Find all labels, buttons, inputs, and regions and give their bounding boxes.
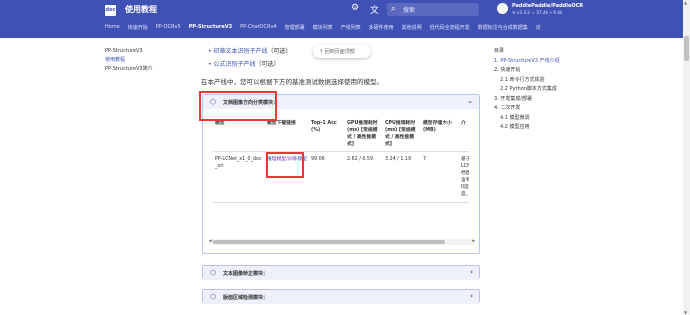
- repo-name[interactable]: PaddlePaddle/PaddleOCR: [512, 3, 583, 9]
- nav-tab[interactable]: 管理部署: [285, 24, 305, 31]
- toc-item[interactable]: 2. 快速开始: [494, 66, 560, 76]
- nav-tab[interactable]: 多硬件使用: [369, 24, 394, 31]
- highlight-box-title: [199, 91, 277, 121]
- scroll-left-arrow-icon[interactable]: ◂: [209, 238, 212, 244]
- scroll-up-arrow-icon[interactable]: ▲: [684, 0, 687, 5]
- left-navigation: PP-StructureV3 使用教程 PP-StructureV3简介: [105, 47, 153, 74]
- left-nav-item[interactable]: 使用教程: [105, 56, 153, 65]
- column-header: 模型存储大小 (MB): [421, 117, 459, 152]
- tag-icon: ⬡: [210, 269, 217, 277]
- toc-item[interactable]: 4. 二次开发: [494, 104, 560, 114]
- nav-tab[interactable]: 数据标注与合成数据集: [478, 24, 528, 31]
- nav-tab[interactable]: Home: [105, 24, 120, 31]
- model-table: 模型 模型下载链接 Top-1 Acc (%) GPU推理耗时 (ms) [常规…: [213, 117, 469, 203]
- column-header: Top-1 Acc (%): [309, 117, 345, 152]
- admonition-title: 文本图像矫正模块：: [223, 271, 269, 277]
- bullet-note: （可选）: [267, 48, 292, 55]
- admonition-title: 版面区域检测模块：: [223, 295, 269, 301]
- admonition-layout-detection[interactable]: ⬡ 版面区域检测模块： ›: [202, 289, 480, 304]
- column-header: CPU推理耗时 (ms) [常规模式 / 高性能模式]: [383, 117, 421, 152]
- toc-item[interactable]: 4.1 模型微调: [494, 114, 560, 124]
- left-nav-item[interactable]: PP-StructureV3: [105, 47, 153, 56]
- scroll-down-arrow-icon[interactable]: ▼: [684, 310, 687, 315]
- table-of-contents: 目录 1. PP-StructureV3 产线介绍 2. 快速开始 2.1 命令行方…: [494, 47, 560, 133]
- bullet-link[interactable]: 印章文本识别子产线: [213, 48, 267, 55]
- model-table-container: 模型 模型下载链接 Top-1 Acc (%) GPU推理耗时 (ms) [常规…: [213, 117, 469, 233]
- toc-item[interactable]: 2.2 Python脚本方式集成: [494, 85, 560, 95]
- nav-tab[interactable]: 快速开始: [128, 24, 148, 31]
- left-nav-item[interactable]: PP-StructureV3简介: [105, 65, 153, 74]
- top-header: doc 使用教程 ⚙ 文 ⌕ 搜索 PaddlePaddle/PaddleOCR…: [0, 0, 683, 38]
- toc-item[interactable]: 4.2 模型应用: [494, 123, 560, 133]
- toc-title: 目录: [494, 48, 505, 54]
- bullet-note: （可选）: [255, 61, 280, 68]
- site-title[interactable]: 使用教程: [125, 4, 157, 15]
- table-row: PP-LCNet_x1_0_doc_ori 推理模型/训练模型 99.06 2.…: [213, 151, 469, 203]
- nav-tab[interactable]: PP-StructureV3: [189, 24, 232, 31]
- column-header: 模型下载链接: [265, 117, 309, 152]
- nav-tab[interactable]: 访: [536, 24, 541, 31]
- nav-tab[interactable]: 模块列表: [313, 24, 333, 31]
- cell-model: PP-LCNet_x1_0_doc_ori: [213, 151, 265, 203]
- horizontal-scrollbar[interactable]: ◂ ▸: [209, 238, 475, 245]
- nav-tab[interactable]: PP-OCRv5: [156, 24, 181, 31]
- repo-stats: ⊘ v3.3.2 ☆ 57.4k ⑂ 9.4k: [512, 10, 563, 15]
- column-header: 介: [459, 117, 469, 152]
- admonition-header[interactable]: ⬡ 文本图像矫正模块： ›: [203, 266, 479, 280]
- back-to-top-label: 回到页面顶部: [324, 49, 355, 55]
- table-header-row: 模型 模型下载链接 Top-1 Acc (%) GPU推理耗时 (ms) [常规…: [213, 117, 469, 152]
- nav-tab[interactable]: 低代码全流程开发: [430, 24, 470, 31]
- horizontal-scrollbar-thumb[interactable]: [213, 240, 445, 244]
- scrollbar-thumb[interactable]: [684, 36, 689, 61]
- admonition-header[interactable]: ⬡ 版面区域检测模块： ›: [203, 290, 479, 304]
- github-icon[interactable]: [497, 3, 508, 14]
- toc-item[interactable]: 3. 开发集成/部署: [494, 95, 560, 105]
- chevron-right-icon[interactable]: ›: [470, 292, 473, 300]
- chevron-down-icon[interactable]: ⌄: [467, 97, 473, 105]
- tag-icon: ⬡: [210, 293, 217, 301]
- search-placeholder: 搜索: [403, 7, 416, 14]
- cell-gpu: 2.62 / 0.59: [345, 151, 383, 203]
- search-icon: ⌕: [391, 4, 396, 13]
- scroll-right-arrow-icon[interactable]: ▸: [472, 238, 475, 244]
- cell-desc: 基于PP-LCNet_x1_0的文档图像分类模型，含有四个类别，即0度，90度，…: [459, 151, 469, 203]
- admonition-text-unwarping[interactable]: ⬡ 文本图像矫正模块： ›: [202, 265, 480, 280]
- bullet-link[interactable]: 公式识别子产线: [213, 61, 255, 68]
- column-header: GPU推理耗时 (ms) [常规模式 / 高性能模式]: [345, 117, 383, 152]
- bullet-item: • 公式识别子产线（可选）: [208, 61, 280, 68]
- intro-text: 在本产线中，您可以根据下方的基准测试数据选择使用的模型。: [201, 78, 383, 86]
- bullet-item: • 印章文本识别子产线（可选）: [208, 48, 292, 55]
- back-to-top-button[interactable]: ↑ 回到页面顶部: [313, 45, 371, 58]
- vertical-scrollbar[interactable]: ▲ ▼: [683, 0, 690, 315]
- site-logo-icon[interactable]: doc: [105, 5, 116, 16]
- chevron-right-icon[interactable]: ›: [470, 268, 473, 276]
- cell-acc: 99.06: [309, 151, 345, 203]
- toc-item[interactable]: 1. PP-StructureV3 产线介绍: [494, 57, 560, 67]
- column-header: 模型: [213, 117, 265, 152]
- highlight-box-download: [266, 152, 304, 178]
- arrow-up-icon: ↑: [319, 49, 324, 55]
- nav-tab[interactable]: 其他说明: [402, 24, 422, 31]
- nav-tab[interactable]: PP-ChatOCRv4: [240, 24, 276, 31]
- nav-tab[interactable]: 产线列表: [341, 24, 361, 31]
- cell-size: 7: [421, 151, 459, 203]
- cell-cpu: 3.24 / 1.19: [383, 151, 421, 203]
- toc-item[interactable]: 2.1 命令行方式体验: [494, 76, 560, 86]
- language-icon[interactable]: 文: [370, 3, 379, 16]
- search-input[interactable]: ⌕ 搜索: [387, 3, 479, 16]
- theme-toggle-icon[interactable]: ⚙: [351, 3, 359, 13]
- nav-tabs: Home 快速开始 PP-OCRv5 PP-StructureV3 PP-ChatOCR…: [105, 24, 541, 31]
